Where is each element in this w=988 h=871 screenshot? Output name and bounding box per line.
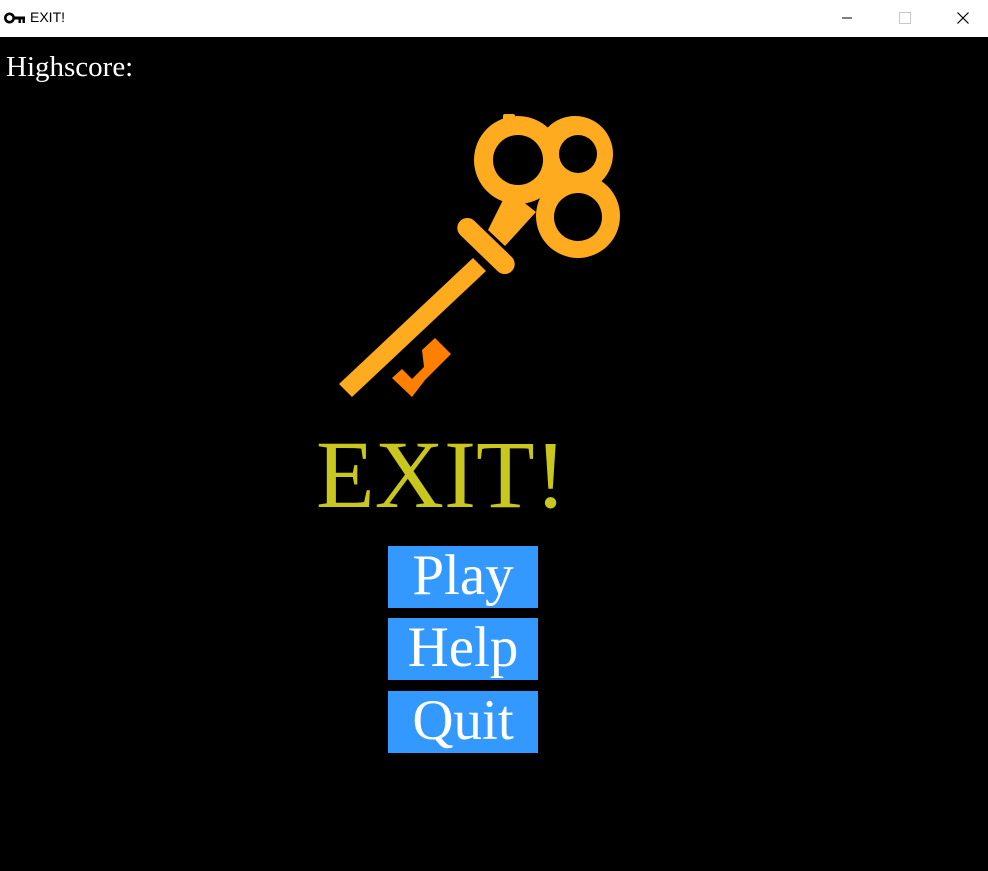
- game-canvas: Highscore: EXIT! Play Help Quit: [0, 37, 988, 871]
- key-logo-icon: [339, 114, 620, 397]
- help-button[interactable]: Help: [388, 618, 538, 680]
- maximize-icon: [899, 12, 911, 24]
- close-button[interactable]: [934, 0, 988, 36]
- maximize-button[interactable]: [876, 0, 934, 36]
- game-title: EXIT!: [316, 421, 567, 528]
- key-icon: [4, 12, 25, 24]
- minimize-icon: [842, 17, 852, 19]
- window-title: EXIT!: [30, 9, 66, 25]
- close-icon: [957, 12, 969, 24]
- play-button[interactable]: Play: [388, 546, 538, 608]
- quit-button[interactable]: Quit: [388, 691, 538, 753]
- highscore-label: Highscore:: [6, 51, 134, 83]
- minimize-button[interactable]: [818, 0, 876, 36]
- window-titlebar: EXIT!: [0, 0, 988, 37]
